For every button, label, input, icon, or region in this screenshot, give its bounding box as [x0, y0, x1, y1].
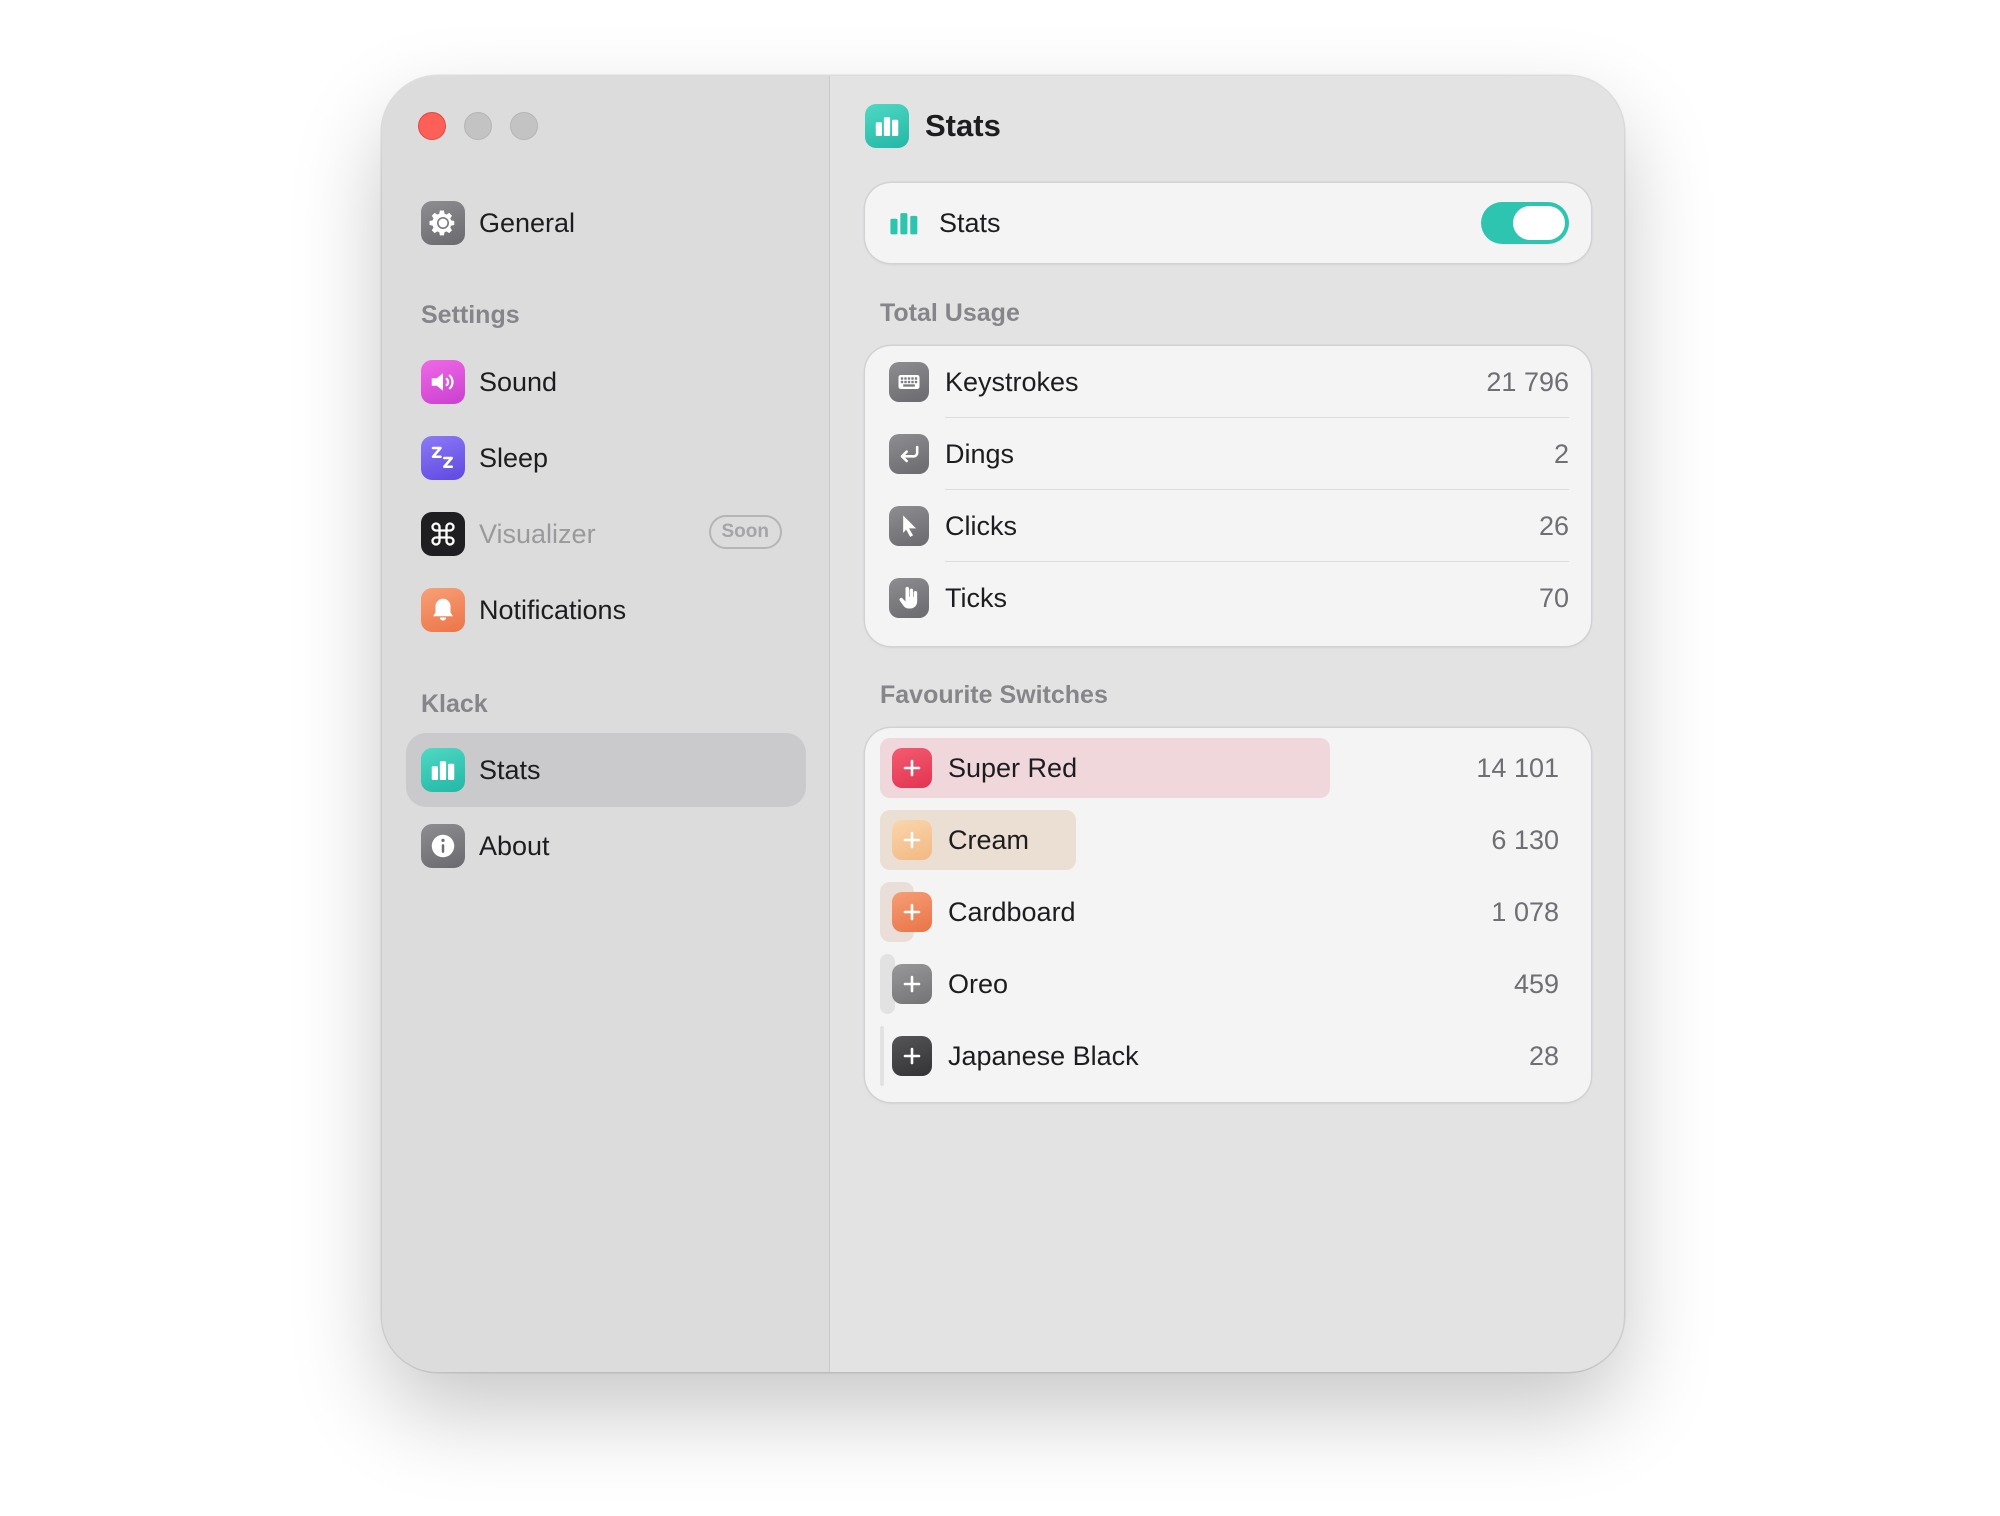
list-item: Clicks 26: [889, 490, 1569, 562]
plus-icon: [892, 892, 932, 932]
share-bar: [880, 1026, 884, 1086]
sidebar-item-label: Stats: [479, 754, 541, 785]
keyboard-icon: [889, 362, 929, 402]
list-item: Super Red 14 101: [880, 732, 1559, 804]
usage-value: 2: [1553, 438, 1569, 469]
stats-toggle-card: Stats: [865, 183, 1591, 263]
speaker-icon: [421, 360, 465, 404]
page-header: Stats: [865, 104, 1001, 148]
bar-chart-icon: [890, 213, 918, 235]
switch-count: 28: [1528, 1040, 1559, 1071]
stats-toggle-switch[interactable]: [1481, 202, 1569, 244]
switch-label: Cardboard: [948, 896, 1076, 927]
section-title-settings: Settings: [421, 301, 520, 329]
sidebar-item-notifications[interactable]: Notifications: [406, 573, 806, 647]
total-usage-card: Keystrokes 21 796 Dings 2 Clicks 26 Tick…: [865, 346, 1591, 646]
sidebar-item-label: Notifications: [479, 594, 627, 625]
sidebar-item-sound[interactable]: Sound: [406, 345, 806, 419]
usage-value: 26: [1538, 510, 1569, 541]
cursor-icon: [889, 506, 929, 546]
sidebar-item-label: About: [479, 830, 550, 861]
sidebar-item-label: Visualizer: [479, 518, 596, 549]
bar-chart-icon: [421, 748, 465, 792]
usage-label: Dings: [945, 438, 1015, 469]
plus-icon: [892, 964, 932, 1004]
main-pane: Stats Stats Total Usage Keystrokes 21 79…: [831, 76, 1624, 1372]
soon-badge: Soon: [708, 515, 782, 549]
favourite-switches-card: Super Red 14 101 Cream 6 130 Cardboard 1…: [865, 728, 1591, 1102]
list-item: Cardboard 1 078: [880, 876, 1559, 948]
switch-label: Japanese Black: [948, 1040, 1139, 1071]
list-item: Ticks 70: [889, 562, 1569, 634]
command-icon: [421, 512, 465, 556]
usage-value: 70: [1538, 582, 1569, 613]
settings-window: General Settings Sound Sleep Visualizer …: [382, 76, 1624, 1372]
plus-icon: [892, 1036, 932, 1076]
usage-label: Clicks: [945, 510, 1017, 541]
list-item: Dings 2: [889, 418, 1569, 490]
sidebar-item-label: Sleep: [479, 442, 549, 473]
switch-label: Cream: [948, 824, 1030, 855]
close-button[interactable]: [418, 112, 446, 140]
switch-count: 14 101: [1476, 752, 1559, 783]
usage-label: Keystrokes: [945, 366, 1079, 397]
sidebar-item-visualizer[interactable]: Visualizer Soon: [406, 497, 806, 571]
switch-label: Oreo: [948, 968, 1009, 999]
window-controls: [418, 112, 538, 140]
sidebar-item-stats[interactable]: Stats: [406, 733, 806, 807]
hand-icon: [889, 578, 929, 618]
page-title: Stats: [925, 108, 1001, 143]
section-title-klack: Klack: [421, 690, 488, 718]
list-item: Oreo 459: [880, 948, 1559, 1020]
plus-icon: [892, 748, 932, 788]
usage-value: 21 796: [1486, 366, 1569, 397]
total-usage-title: Total Usage: [880, 299, 1020, 327]
info-icon: [421, 824, 465, 868]
bell-icon: [421, 588, 465, 632]
switch-count: 1 078: [1491, 896, 1559, 927]
switch-label: Super Red: [948, 752, 1078, 783]
sidebar-item-general[interactable]: General: [406, 186, 806, 260]
usage-label: Ticks: [945, 582, 1007, 613]
return-arrow-icon: [889, 434, 929, 474]
switch-knob: [1513, 206, 1565, 240]
plus-icon: [892, 820, 932, 860]
stats-toggle-label: Stats: [939, 207, 1001, 238]
zoom-button[interactable]: [510, 112, 538, 140]
minimize-button[interactable]: [464, 112, 492, 140]
favourite-switches-title: Favourite Switches: [880, 681, 1108, 709]
bar-chart-icon: [865, 104, 909, 148]
sidebar-item-label: General: [479, 207, 576, 238]
list-item: Keystrokes 21 796: [889, 346, 1569, 418]
sidebar-item-sleep[interactable]: Sleep: [406, 421, 806, 495]
gear-icon: [421, 201, 465, 245]
list-item: Cream 6 130: [880, 804, 1559, 876]
sidebar-item-about[interactable]: About: [406, 809, 806, 883]
switch-count: 6 130: [1491, 824, 1559, 855]
sidebar: General Settings Sound Sleep Visualizer …: [382, 76, 830, 1372]
switch-count: 459: [1513, 968, 1559, 999]
sleep-zz-icon: [421, 436, 465, 480]
sidebar-item-label: Sound: [479, 366, 558, 397]
list-item: Japanese Black 28: [880, 1020, 1559, 1092]
